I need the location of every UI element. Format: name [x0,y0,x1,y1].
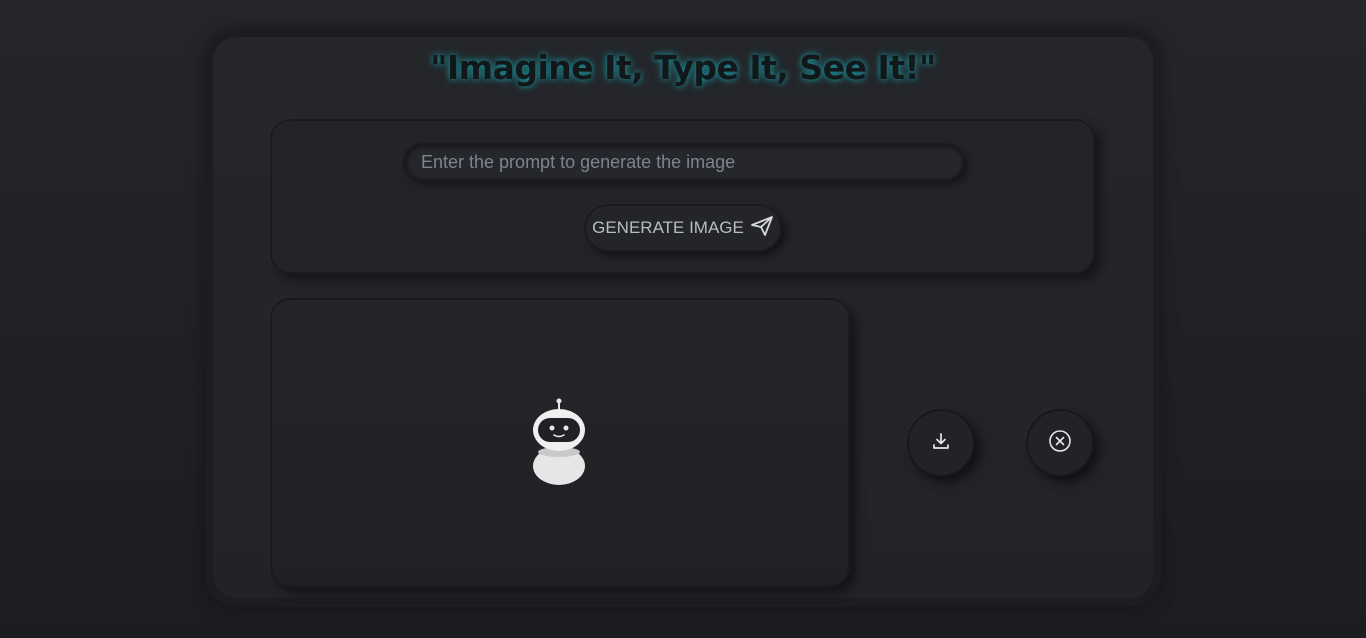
robot-icon [533,398,585,485]
prompt-input[interactable] [403,143,964,181]
generate-image-label: GENERATE IMAGE [592,218,744,237]
download-icon [931,431,951,455]
close-circle-icon [1048,429,1072,457]
clear-button[interactable] [1026,409,1094,477]
download-button[interactable] [907,409,975,477]
generate-image-button[interactable]: GENERATE IMAGE [584,204,782,252]
send-icon [750,215,774,242]
page-title: "Imagine It, Type It, See It!" [430,48,936,87]
